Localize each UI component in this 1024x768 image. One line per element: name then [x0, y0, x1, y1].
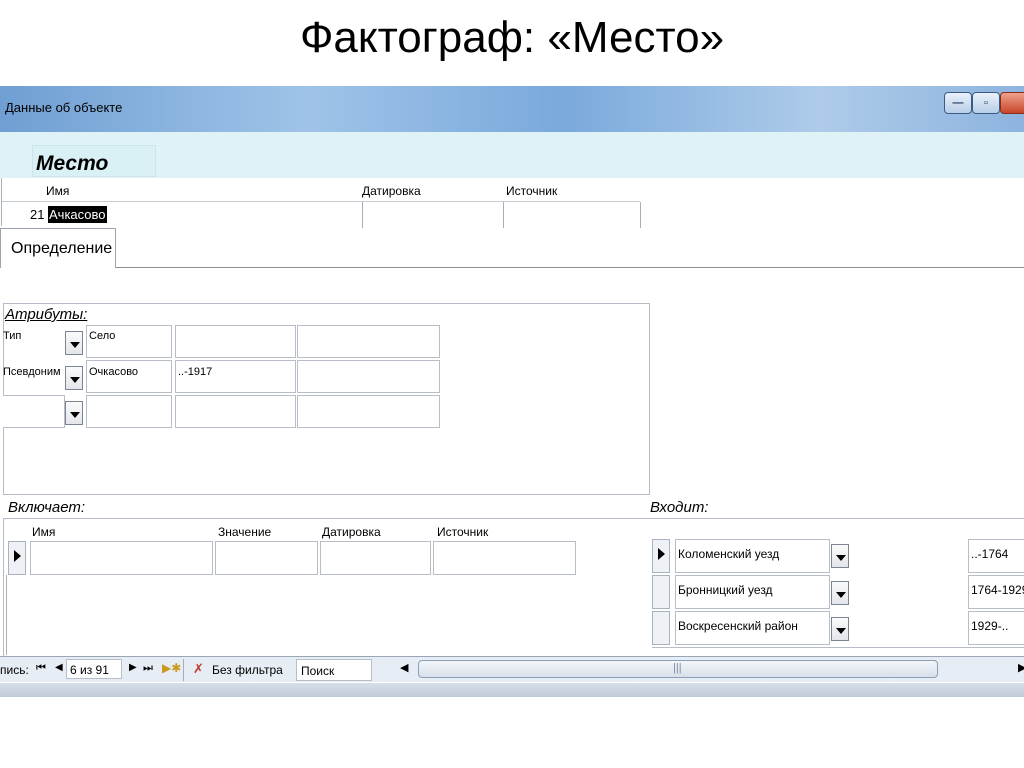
part-of-name-field[interactable]: Бронницкий уезд — [675, 575, 830, 609]
part-of-name-text: Коломенский уезд — [678, 547, 780, 561]
scroll-right-icon[interactable]: ▶ — [1018, 661, 1024, 674]
window-titlebar[interactable]: Данные об объекте — ▫ — [0, 86, 1024, 132]
last-record-icon[interactable]: ⏭ — [143, 662, 153, 675]
record-position-field[interactable]: 6 из 91 — [66, 659, 122, 679]
includes-value-field[interactable] — [215, 541, 318, 575]
maximize-icon: ▫ — [984, 97, 988, 109]
attribute-dating-text: ..-1917 — [178, 366, 213, 378]
part-of-dropdown-icon[interactable] — [831, 581, 849, 605]
includes-source-column-label: Источник — [437, 525, 489, 539]
attribute-value-field[interactable] — [86, 395, 172, 428]
attribute-value-text: Село — [89, 330, 116, 342]
includes-dating-column-label: Датировка — [322, 525, 381, 539]
minimize-button[interactable]: — — [944, 92, 972, 114]
new-record-icon[interactable]: ▶✱ — [162, 661, 181, 675]
part-of-top-border — [650, 518, 1024, 519]
part-of-name-field[interactable]: Воскресенский район — [675, 611, 830, 645]
part-of-label: Входит: — [650, 499, 709, 516]
part-of-dating-text: ..-1764 — [971, 547, 1009, 561]
part-of-dating-text: 1764-1929 — [971, 583, 1024, 597]
part-of-name-text: Воскресенский район — [678, 619, 798, 633]
part-of-name-field[interactable]: Коломенский уезд — [675, 539, 830, 573]
record-source-field[interactable] — [504, 202, 640, 228]
dating-column-label: Датировка — [362, 184, 421, 198]
includes-name-column-label: Имя — [32, 525, 56, 539]
attribute-type-dropdown-icon[interactable] — [65, 331, 83, 355]
scroll-left-icon[interactable]: ◀ — [400, 661, 408, 674]
filter-status-label[interactable]: Без фильтра — [212, 663, 283, 677]
record-position-text: 6 из 91 — [70, 663, 109, 677]
attribute-source-field[interactable] — [297, 325, 440, 358]
attribute-value-field[interactable]: Село — [86, 325, 172, 358]
part-of-dating-field[interactable]: 1764-1929 — [968, 575, 1024, 609]
attribute-type: Тип — [3, 330, 22, 342]
part-of-dating-field[interactable]: 1929-.. — [968, 611, 1024, 645]
attribute-value-text: Очкасово — [89, 366, 139, 378]
record-right-border — [640, 202, 641, 228]
attribute-type: Псевдоним — [3, 366, 61, 378]
part-of-next-row-stub — [652, 647, 1024, 656]
record-left-border — [1, 178, 2, 226]
includes-name-field[interactable] — [30, 541, 213, 575]
part-of-record-selector[interactable] — [652, 611, 670, 645]
minimize-icon: — — [952, 97, 964, 109]
attribute-dating-field[interactable] — [175, 395, 296, 428]
includes-record-selector-icon[interactable] — [8, 541, 26, 575]
tab-definition-label: Определение — [11, 240, 113, 257]
attributes-label: Атрибуты: — [5, 306, 88, 323]
next-record-icon[interactable]: ▶ — [129, 662, 137, 673]
first-record-icon[interactable]: ⏮ — [36, 662, 46, 675]
record-label: пись: — [0, 663, 29, 677]
search-box[interactable]: Поиск — [296, 659, 372, 681]
record-id: 21 — [30, 207, 45, 222]
attribute-type-field[interactable] — [3, 395, 65, 428]
attribute-type-dropdown-icon[interactable] — [65, 401, 83, 425]
tab-definition[interactable]: Определение — [0, 228, 116, 268]
maximize-button[interactable]: ▫ — [972, 92, 1000, 114]
attribute-source-field[interactable] — [297, 395, 440, 428]
attribute-dating-field[interactable] — [175, 325, 296, 358]
status-bar — [0, 683, 1024, 697]
part-of-dating-text: 1929-.. — [971, 619, 1009, 633]
attribute-type-dropdown-icon[interactable] — [65, 366, 83, 390]
includes-left-border — [6, 575, 7, 655]
tab-strip-line — [116, 267, 1024, 268]
record-name-field[interactable]: Ачкасово — [48, 206, 107, 223]
nav-separator — [183, 659, 184, 681]
part-of-record-selector[interactable] — [652, 575, 670, 609]
horizontal-scrollbar[interactable]: ||| — [418, 660, 938, 678]
includes-dating-field[interactable] — [320, 541, 431, 575]
part-of-record-selector-icon[interactable] — [652, 539, 670, 573]
part-of-name-text: Бронницкий уезд — [678, 583, 773, 597]
access-form-window: Данные об объекте — ▫ Место Имя Датировк… — [0, 86, 1024, 698]
scrollbar-grip-icon: ||| — [673, 662, 682, 674]
attribute-value-field[interactable]: Очкасово — [86, 360, 172, 393]
attribute-source-field[interactable] — [297, 360, 440, 393]
includes-value-column-label: Значение — [218, 525, 272, 539]
part-of-dating-field[interactable]: ..-1764 — [968, 539, 1024, 573]
includes-source-field[interactable] — [433, 541, 576, 575]
form-title: Место — [36, 152, 109, 175]
includes-label: Включает: — [8, 499, 86, 516]
window-title: Данные об объекте — [5, 100, 123, 115]
source-column-label: Источник — [506, 184, 558, 198]
search-label: Поиск — [301, 664, 335, 678]
filter-off-icon[interactable]: ✗ — [193, 661, 204, 677]
close-button[interactable] — [1000, 92, 1024, 114]
part-of-dropdown-icon[interactable] — [831, 544, 849, 568]
record-dating-field[interactable] — [363, 202, 503, 228]
part-of-dropdown-icon[interactable] — [831, 617, 849, 641]
name-column-label: Имя — [46, 184, 70, 198]
slide-title: Фактограф: «Место» — [299, 13, 725, 62]
prev-record-icon[interactable]: ◀ — [55, 662, 63, 673]
attribute-dating-field[interactable]: ..-1917 — [175, 360, 296, 393]
